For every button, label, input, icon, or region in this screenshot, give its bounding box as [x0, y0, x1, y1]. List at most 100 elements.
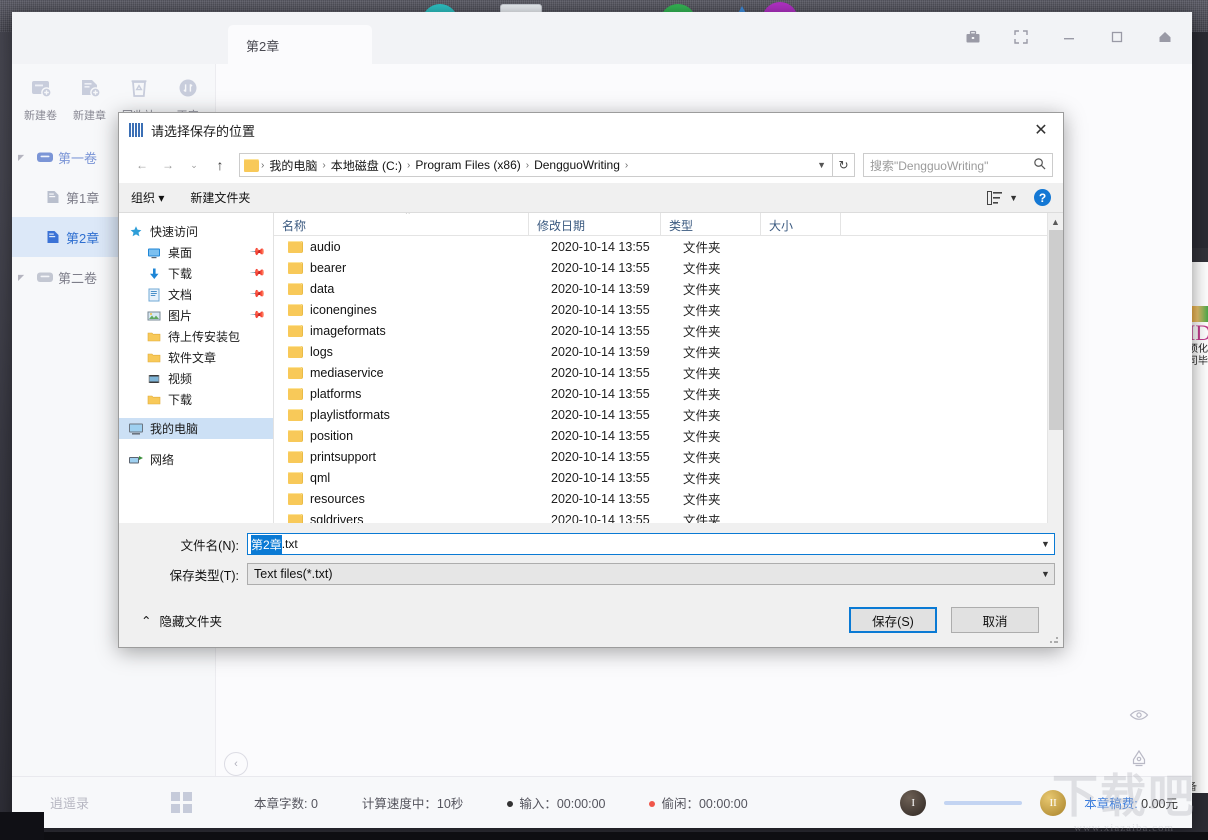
- organize-menu-button[interactable]: 组织 ▾: [131, 189, 164, 206]
- column-header-name[interactable]: 名称: [274, 213, 529, 235]
- coin-dark-icon[interactable]: I: [900, 789, 927, 816]
- pin-icon[interactable]: 📌: [248, 244, 265, 261]
- nav-item-pictures[interactable]: 图片 📌: [119, 305, 273, 326]
- new-chapter-icon: [65, 76, 114, 103]
- nav-item-downloads[interactable]: 下载 📌: [119, 263, 273, 284]
- pen-nib-icon[interactable]: [1128, 748, 1150, 773]
- file-type: 文件夹: [683, 514, 721, 523]
- up-button[interactable]: ↑: [207, 152, 233, 178]
- chevron-down-icon[interactable]: ▼: [817, 160, 826, 170]
- scrollbar-thumb[interactable]: [1049, 230, 1063, 430]
- table-row[interactable]: mediaservice 2020-10-14 13:55 文件夹: [274, 362, 1063, 383]
- column-header-size[interactable]: 大小: [761, 213, 841, 235]
- nav-item-desktop[interactable]: 桌面 📌: [119, 242, 273, 263]
- minimize-icon[interactable]: [1056, 24, 1082, 50]
- table-row[interactable]: audio 2020-10-14 13:55 文件夹: [274, 236, 1063, 257]
- dialog-titlebar: 请选择保存的位置 ✕: [119, 113, 1063, 147]
- breadcrumb-segment-0[interactable]: 我的电脑: [264, 157, 322, 174]
- table-row[interactable]: printsupport 2020-10-14 13:55 文件夹: [274, 446, 1063, 467]
- nav-item-network[interactable]: 网络: [119, 449, 273, 470]
- dialog-buttons: 保存(S) 取消: [849, 607, 1045, 633]
- table-row[interactable]: playlistformats 2020-10-14 13:55 文件夹: [274, 404, 1063, 425]
- cancel-button[interactable]: 取消: [951, 607, 1039, 633]
- hide-folders-toggle[interactable]: ⌃ 隐藏文件夹: [141, 611, 222, 630]
- column-header-date[interactable]: 修改日期: [529, 213, 661, 235]
- new-volume-label: 新建卷: [24, 110, 57, 122]
- close-icon[interactable]: ✕: [1019, 113, 1063, 147]
- recent-locations-button[interactable]: ⌄: [181, 152, 207, 178]
- table-row[interactable]: data 2020-10-14 13:59 文件夹: [274, 278, 1063, 299]
- expand-caret-icon[interactable]: ◤: [18, 273, 32, 282]
- nav-item-software-articles[interactable]: 软件文章: [119, 347, 273, 368]
- nav-item-upload-packages[interactable]: 待上传安装包: [119, 326, 273, 347]
- table-row[interactable]: imageformats 2020-10-14 13:55 文件夹: [274, 320, 1063, 341]
- new-folder-button[interactable]: 新建文件夹: [190, 189, 250, 206]
- file-list-scrollbar[interactable]: ▲: [1047, 213, 1063, 523]
- chapter-fee-value: 0.00元: [1141, 797, 1178, 811]
- table-row[interactable]: platforms 2020-10-14 13:55 文件夹: [274, 383, 1063, 404]
- pin-icon[interactable]: 📌: [248, 286, 265, 303]
- back-button[interactable]: ←: [129, 152, 155, 178]
- nav-item-this-pc[interactable]: 我的电脑: [119, 418, 273, 439]
- table-row[interactable]: resources 2020-10-14 13:55 文件夹: [274, 488, 1063, 509]
- nav-item-quick-access[interactable]: 快速访问: [119, 221, 273, 242]
- folder-icon: [288, 408, 302, 421]
- filename-selected-text: 第2章: [251, 534, 282, 554]
- briefcase-icon[interactable]: [960, 24, 986, 50]
- chevron-down-icon[interactable]: ▼: [1009, 193, 1018, 203]
- pin-icon[interactable]: 📌: [248, 265, 265, 282]
- table-row[interactable]: iconengines 2020-10-14 13:55 文件夹: [274, 299, 1063, 320]
- nav-item-documents[interactable]: 文档 📌: [119, 284, 273, 305]
- nav-item-label: 待上传安装包: [168, 330, 241, 344]
- file-date: 2020-10-14 13:59: [551, 344, 650, 359]
- table-row[interactable]: bearer 2020-10-14 13:55 文件夹: [274, 257, 1063, 278]
- table-row[interactable]: position 2020-10-14 13:55 文件夹: [274, 425, 1063, 446]
- breadcrumb-segment-2[interactable]: Program Files (x86): [410, 158, 525, 172]
- file-name: audio: [310, 239, 341, 254]
- column-header-type[interactable]: 类型: [661, 213, 761, 235]
- filename-input[interactable]: 第2章 .txt ▼: [247, 533, 1055, 555]
- chevron-down-icon[interactable]: ▼: [1037, 534, 1054, 554]
- downloads-arrow-icon: [145, 267, 163, 281]
- filetype-combobox[interactable]: Text files(*.txt) ▼: [247, 563, 1055, 585]
- change-view-button[interactable]: ▼: [987, 190, 1018, 205]
- scroll-up-arrow-icon[interactable]: ▲: [1048, 213, 1063, 230]
- nav-item-label: 图片: [168, 309, 193, 323]
- chevron-down-icon[interactable]: ▼: [1037, 564, 1054, 584]
- nav-item-downloads-folder[interactable]: 下载: [119, 389, 273, 410]
- eye-icon[interactable]: [1128, 704, 1150, 729]
- save-button[interactable]: 保存(S): [849, 607, 937, 633]
- dialog-body: 快速访问 桌面 📌 下载 📌 文档 📌 图片 📌 待上传安装包 软件文章 视频 …: [119, 213, 1063, 523]
- breadcrumb-segment-1[interactable]: 本地磁盘 (C:): [326, 157, 407, 174]
- forward-button[interactable]: →: [155, 152, 181, 178]
- coin-gold-icon[interactable]: II: [1040, 789, 1067, 816]
- tree-item-label: 第一卷: [58, 150, 98, 166]
- grid-view-icon[interactable]: [171, 792, 192, 813]
- collapse-panel-button[interactable]: ‹: [224, 752, 248, 776]
- new-volume-button[interactable]: 新建卷: [16, 72, 65, 123]
- maximize-icon[interactable]: [1104, 24, 1130, 50]
- help-button[interactable]: ?: [1034, 189, 1051, 206]
- tab-chapter2[interactable]: 第2章: [228, 25, 372, 64]
- expand-caret-icon[interactable]: ◤: [18, 153, 32, 162]
- address-breadcrumb-bar[interactable]: › 我的电脑 › 本地磁盘 (C:) › Program Files (x86)…: [239, 153, 833, 177]
- breadcrumb-segment-3[interactable]: DengguoWriting: [529, 158, 625, 172]
- home-icon[interactable]: [1152, 24, 1178, 50]
- search-box[interactable]: 搜索"DengguoWriting": [863, 153, 1053, 177]
- pin-icon[interactable]: 📌: [248, 307, 265, 324]
- folder-icon: [288, 513, 302, 523]
- breadcrumb-separator: ›: [624, 159, 629, 171]
- pictures-icon: [145, 309, 163, 323]
- file-name: data: [310, 281, 335, 296]
- resize-grip[interactable]: [1049, 634, 1059, 644]
- folder-icon: [288, 366, 302, 379]
- table-row[interactable]: qml 2020-10-14 13:55 文件夹: [274, 467, 1063, 488]
- progress-slider[interactable]: [944, 800, 1023, 805]
- new-chapter-button[interactable]: 新建章: [65, 72, 114, 123]
- search-icon[interactable]: [1033, 157, 1046, 173]
- refresh-button[interactable]: ↻: [833, 153, 855, 177]
- nav-item-videos[interactable]: 视频: [119, 368, 273, 389]
- fullscreen-icon[interactable]: [1008, 24, 1034, 50]
- table-row[interactable]: logs 2020-10-14 13:59 文件夹: [274, 341, 1063, 362]
- table-row[interactable]: sqldrivers 2020-10-14 13:55 文件夹: [274, 509, 1063, 523]
